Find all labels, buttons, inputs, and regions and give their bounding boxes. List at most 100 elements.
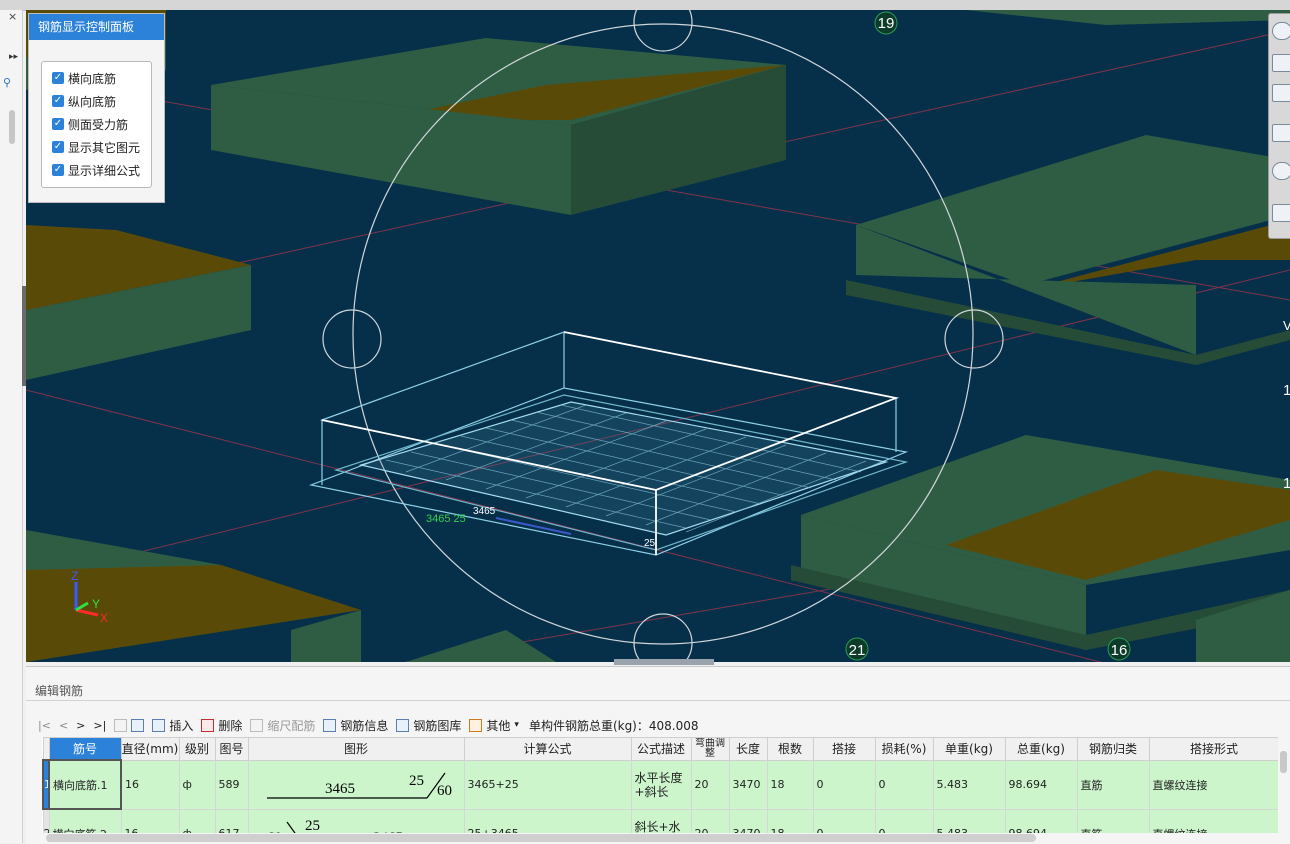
header-cell[interactable]: 筋号	[48, 737, 122, 761]
scale-rebar-button[interactable]: 缩尺配筋	[250, 717, 315, 734]
header-cell[interactable]: 图形	[247, 737, 465, 761]
grid-icon[interactable]	[1272, 204, 1290, 222]
library-icon	[396, 718, 410, 732]
cell-loss[interactable]: 0	[874, 808, 934, 833]
table-horizontal-scrollbar[interactable]	[46, 834, 1036, 842]
left-scrollbar[interactable]	[9, 110, 15, 144]
rotate-icon[interactable]	[1272, 162, 1290, 180]
cell-count[interactable]: 18	[766, 759, 814, 810]
cell-unit-weight[interactable]: 5.483	[932, 808, 1006, 833]
search-icon[interactable]: ⚲	[3, 76, 11, 89]
header-cell[interactable]: 单重(kg)	[932, 737, 1006, 761]
next-record-button[interactable]: >	[76, 719, 85, 732]
cell-bend[interactable]: 20	[690, 808, 730, 833]
edge-marker: 1	[1283, 382, 1290, 399]
checkbox-checked-icon[interactable]: ✓	[52, 72, 64, 84]
cell-unit-weight[interactable]: 5.483	[932, 759, 1006, 810]
cell-length[interactable]: 3470	[728, 808, 768, 833]
rebar-info-button[interactable]: 钢筋信息	[323, 717, 388, 734]
orbit-icon[interactable]	[1272, 22, 1290, 40]
panel-splitter[interactable]	[614, 659, 714, 665]
option-label: 横向底筋	[68, 71, 117, 86]
checkbox-checked-icon[interactable]: ✓	[52, 141, 64, 153]
shape-b-label: 60	[267, 830, 282, 834]
cell-category[interactable]: 直筋	[1076, 759, 1150, 810]
cell-lap[interactable]: 0	[812, 808, 876, 833]
view-2d-icon[interactable]	[1272, 54, 1290, 72]
header-cell[interactable]: 计算公式	[463, 737, 632, 761]
header-cell[interactable]: 搭接形式	[1148, 737, 1278, 761]
header-cell[interactable]: 弯曲调整	[690, 737, 730, 761]
delete-button[interactable]: 删除	[201, 717, 242, 734]
header-cell[interactable]: 钢筋归类	[1076, 737, 1150, 761]
cell-desc[interactable]: 斜长+水平长度	[630, 808, 692, 833]
cell-diameter[interactable]: 16	[120, 759, 180, 810]
cell-lap-type[interactable]: 直螺纹连接	[1148, 808, 1278, 833]
move-down-icon[interactable]	[131, 718, 145, 732]
cell-name[interactable]: 横向底筋.2	[48, 808, 122, 833]
option-longitudinal-bottom[interactable]: ✓ 纵向底筋	[52, 92, 116, 110]
cell-formula[interactable]: 25+3465	[463, 808, 632, 833]
checkbox-checked-icon[interactable]: ✓	[52, 164, 64, 176]
table-vertical-scrollbar[interactable]	[1280, 751, 1287, 773]
cell-length[interactable]: 3470	[728, 759, 768, 810]
cell-name[interactable]: 横向底筋.1	[48, 759, 122, 810]
view-toolbar	[1268, 13, 1290, 239]
shape-main-label: 3465	[373, 830, 403, 834]
cell-shape[interactable]: 60 25 3465	[247, 808, 465, 834]
view-3d-icon[interactable]	[1272, 84, 1290, 102]
cell-shape-no[interactable]: 589	[214, 759, 249, 810]
header-cell[interactable]: 图号	[214, 737, 249, 761]
option-label: 纵向底筋	[68, 94, 117, 109]
insert-button[interactable]: 插入	[152, 717, 193, 734]
cell-total-weight[interactable]: 98.694	[1004, 759, 1078, 810]
header-cell[interactable]: 公式描述	[630, 737, 692, 761]
header-cell[interactable]: 长度	[728, 737, 768, 761]
chevron-down-icon: ▾	[514, 720, 519, 730]
checkbox-checked-icon[interactable]: ✓	[52, 95, 64, 107]
beam-top-right	[966, 10, 1290, 25]
move-up-icon[interactable]	[114, 718, 128, 732]
cell-lap-type[interactable]: 直螺纹连接	[1148, 759, 1278, 810]
cell-bend[interactable]: 20	[690, 759, 730, 810]
3d-viewport[interactable]: 19 21 16 1 1 V 3465 25 3465 25 Z Y X	[26, 10, 1290, 662]
header-cell[interactable]: 搭接	[812, 737, 876, 761]
axis-marker-16: 16	[1107, 637, 1131, 661]
view-box-icon[interactable]	[1272, 124, 1290, 142]
option-show-formula[interactable]: ✓ 显示详细公式	[52, 161, 140, 179]
option-transverse-bottom[interactable]: ✓ 横向底筋	[52, 69, 116, 87]
cell-count[interactable]: 18	[766, 808, 814, 833]
cell-formula[interactable]: 3465+25	[463, 759, 632, 810]
table-row[interactable]: 1 横向底筋.1 16 ф 589 3465 25 60 3	[42, 759, 1278, 810]
last-record-button[interactable]: >|	[93, 719, 106, 732]
option-side-stress[interactable]: ✓ 侧面受力筋	[52, 115, 128, 133]
first-record-button[interactable]: |<	[38, 719, 51, 732]
beam-upper-center	[211, 38, 786, 215]
panel-title: 钢筋显示控制面板	[29, 14, 164, 40]
checkbox-checked-icon[interactable]: ✓	[52, 118, 64, 130]
header-cell[interactable]: 总重(kg)	[1004, 737, 1078, 761]
cell-total-weight[interactable]: 98.694	[1004, 808, 1078, 833]
cell-loss[interactable]: 0	[874, 759, 934, 810]
rebar-library-button[interactable]: 钢筋图库	[396, 717, 461, 734]
header-cell[interactable]: 级别	[178, 737, 216, 761]
header-cell[interactable]: 根数	[766, 737, 814, 761]
close-icon[interactable]: ×	[8, 10, 17, 23]
other-dropdown[interactable]: 其他 ▾	[469, 717, 519, 734]
cell-diameter[interactable]: 16	[120, 808, 180, 833]
expand-icon[interactable]: ▸▸	[9, 52, 18, 62]
header-cell[interactable]: 损耗(%)	[874, 737, 934, 761]
cell-shape[interactable]: 3465 25 60	[247, 759, 465, 810]
prev-record-button[interactable]: <	[59, 719, 68, 732]
cell-grade[interactable]: ф	[178, 808, 216, 833]
cell-category[interactable]: 直筋	[1076, 808, 1150, 833]
cell-lap[interactable]: 0	[812, 759, 876, 810]
info-label: 钢筋信息	[340, 718, 389, 733]
option-show-other[interactable]: ✓ 显示其它图元	[52, 138, 140, 156]
header-cell[interactable]: 直径(mm)	[120, 737, 180, 761]
rebar-corner-label: 25	[644, 538, 656, 549]
cell-desc[interactable]: 水平长度+斜长	[630, 759, 692, 810]
cell-shape-no[interactable]: 617	[214, 808, 249, 833]
table-row[interactable]: 2 横向底筋.2 16 ф 617 60 25 3465 2	[42, 808, 1278, 834]
cell-grade[interactable]: ф	[178, 759, 216, 810]
